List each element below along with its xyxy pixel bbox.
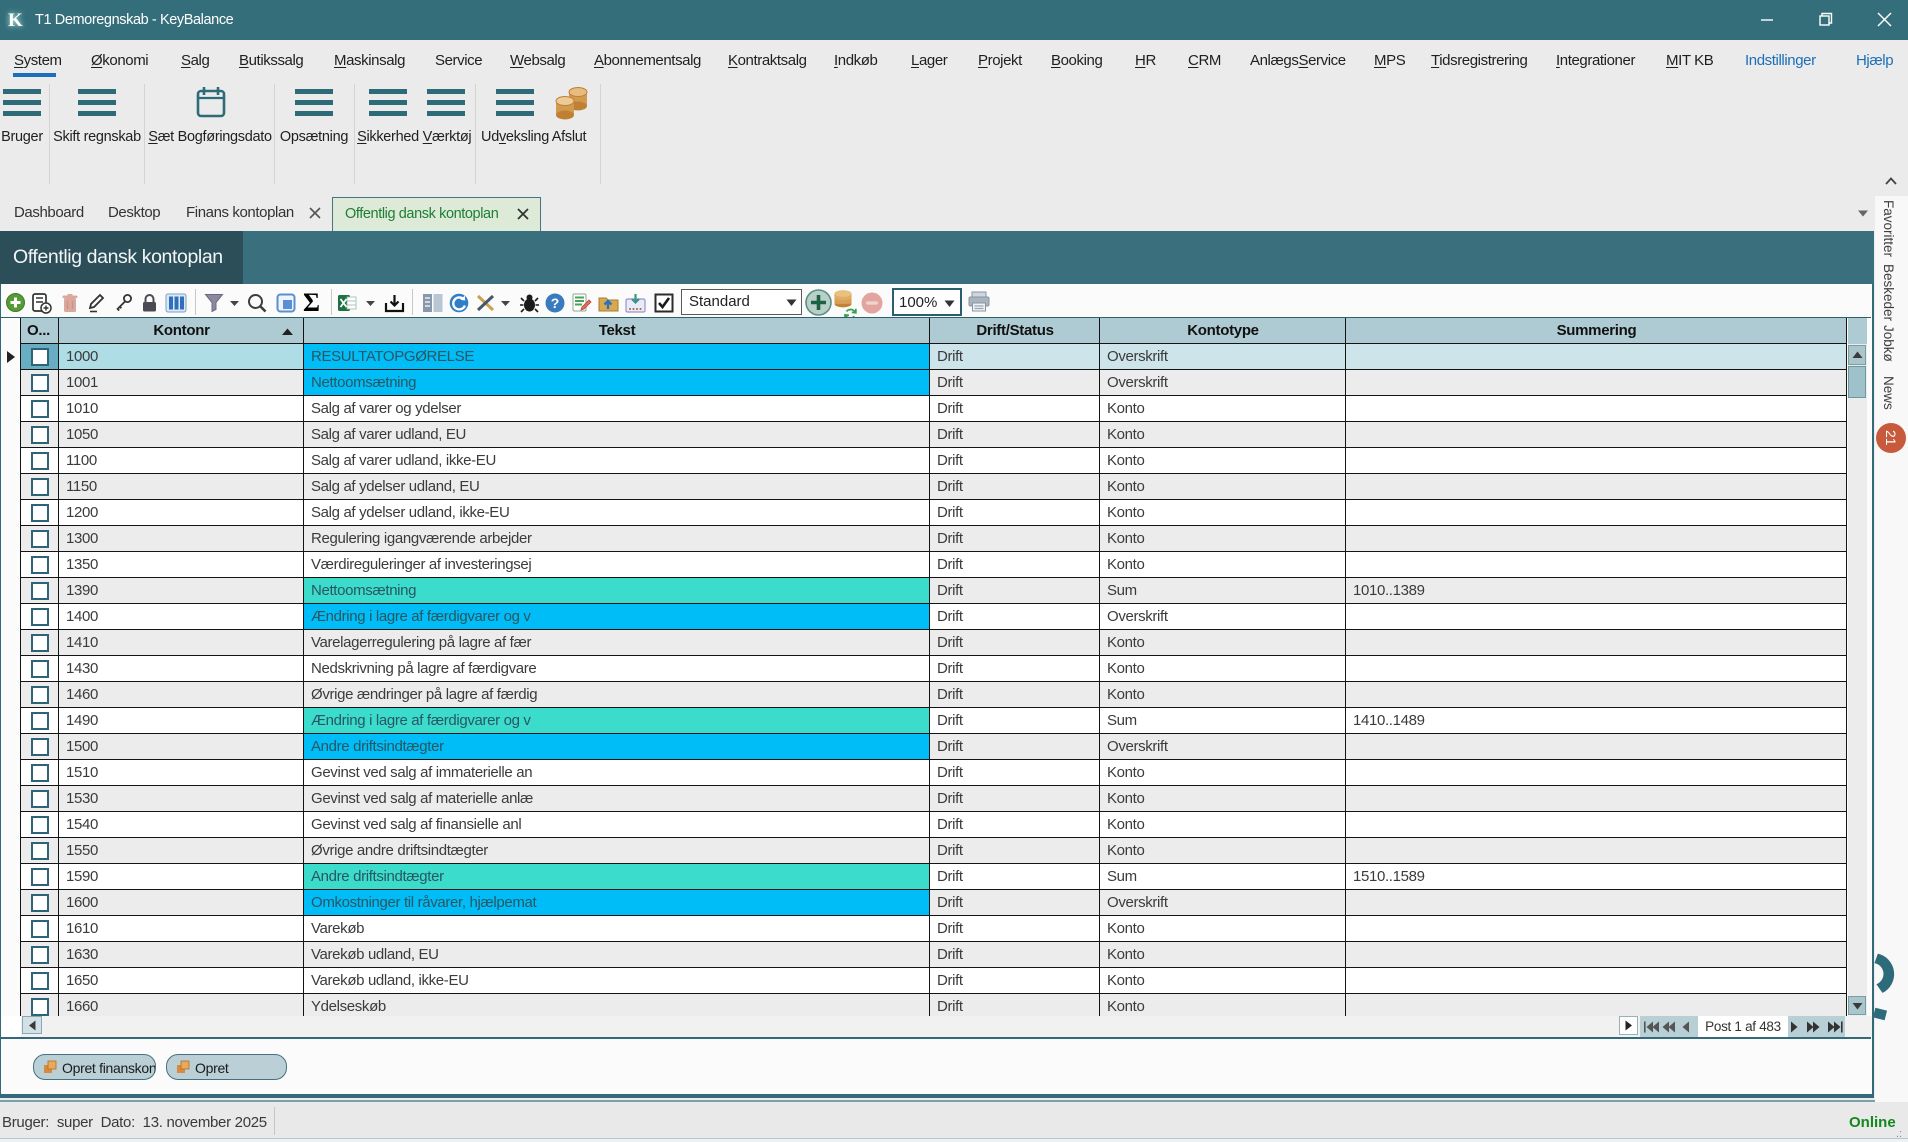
svg-text:?: ?: [551, 295, 560, 311]
